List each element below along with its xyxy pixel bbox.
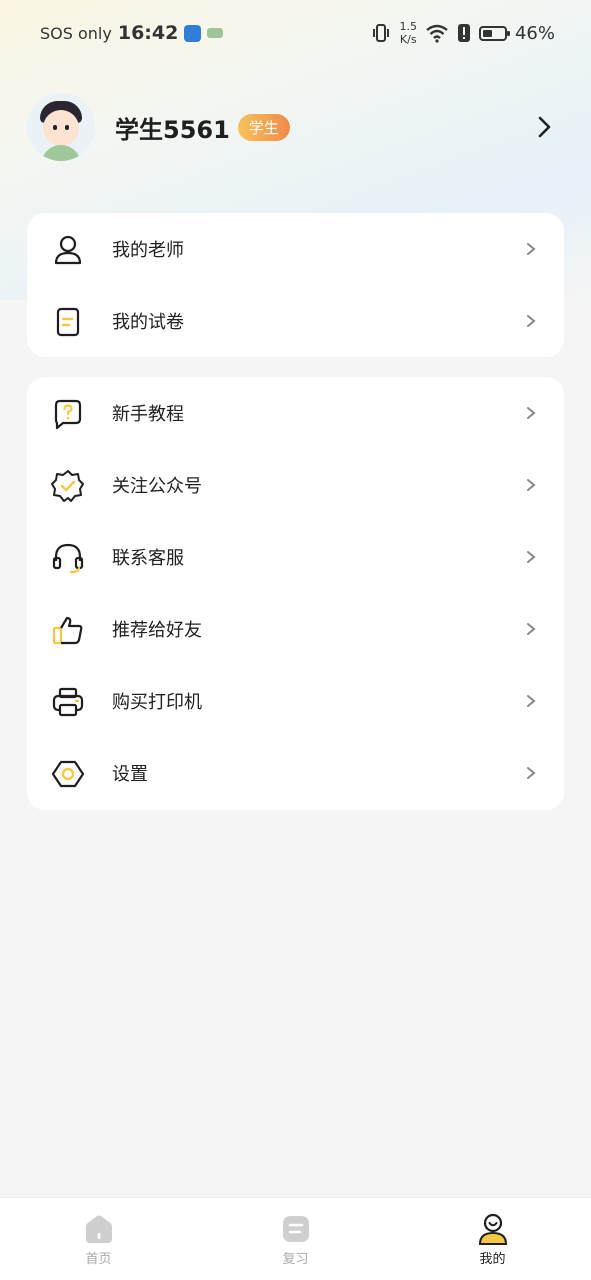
- menu-label: 关注公众号: [112, 476, 202, 497]
- menu-label: 我的老师: [112, 240, 184, 261]
- chevron-right-icon: [527, 767, 536, 779]
- tab-label: 我的: [479, 1252, 506, 1267]
- menu-label: 新手教程: [112, 404, 184, 425]
- menu-item-my-papers[interactable]: 我的试卷: [27, 285, 564, 357]
- chevron-right-icon: [527, 695, 536, 707]
- chevron-right-icon: [527, 315, 536, 327]
- headset-icon: [52, 543, 84, 574]
- tab-label: 首页: [85, 1252, 112, 1267]
- menu-card-1: 我的老师 我的试卷: [27, 213, 564, 357]
- app-notification-icon-2: [207, 28, 224, 38]
- bottom-tab-bar: 首页 复习 我的: [0, 1197, 591, 1280]
- menu-item-buy-printer[interactable]: 购买打印机: [27, 665, 564, 737]
- net-speed: 1.5 K/s: [399, 20, 417, 46]
- paper-icon: [56, 307, 80, 337]
- home-icon: [85, 1215, 112, 1243]
- chevron-right-icon: [527, 551, 536, 563]
- settings-hexagon-icon: [51, 760, 85, 788]
- question-bubble-icon: [54, 399, 82, 430]
- avatar[interactable]: [27, 93, 95, 161]
- menu-item-settings[interactable]: 设置: [27, 737, 564, 809]
- menu-item-my-teacher[interactable]: 我的老师: [27, 213, 564, 285]
- tab-label: 复习: [282, 1252, 309, 1267]
- profile-header[interactable]: 学生5561 学生: [27, 92, 564, 162]
- tab-mine[interactable]: 我的: [394, 1198, 591, 1280]
- menu-item-customer-service[interactable]: 联系客服: [27, 521, 564, 593]
- user-icon: [54, 235, 82, 265]
- username: 学生5561: [115, 115, 230, 144]
- vibrate-icon: [373, 24, 390, 42]
- app-notification-icon: [184, 24, 202, 42]
- wifi-icon: [426, 24, 448, 43]
- clock: 16:42: [117, 22, 179, 44]
- review-icon: [282, 1216, 309, 1242]
- menu-card-2: 新手教程 关注公众号 联系客服 推荐给好友 购买打印机 设置: [27, 377, 564, 810]
- menu-label: 联系客服: [112, 548, 184, 569]
- menu-label: 推荐给好友: [112, 620, 202, 641]
- printer-icon: [52, 687, 84, 717]
- chevron-right-icon: [527, 243, 536, 255]
- menu-item-follow-account[interactable]: 关注公众号: [27, 449, 564, 521]
- chevron-right-icon: [527, 407, 536, 419]
- menu-label: 我的试卷: [112, 312, 184, 333]
- menu-label: 设置: [112, 764, 148, 785]
- menu-item-recommend[interactable]: 推荐给好友: [27, 593, 564, 665]
- alert-icon: [457, 24, 470, 42]
- profile-icon: [478, 1213, 507, 1245]
- role-badge: 学生: [237, 113, 290, 141]
- chevron-right-icon: [527, 623, 536, 635]
- menu-label: 购买打印机: [112, 692, 202, 713]
- battery-percent: 46%: [514, 22, 555, 44]
- chevron-right-icon[interactable]: [532, 114, 558, 140]
- badge-check-icon: [51, 470, 84, 502]
- menu-item-tutorial[interactable]: 新手教程: [27, 377, 564, 449]
- chevron-right-icon: [527, 479, 536, 491]
- status-bar: SOS only 16:42 1.5 K/s 46%: [0, 0, 591, 66]
- tab-home[interactable]: 首页: [0, 1198, 197, 1280]
- carrier-text: SOS only: [40, 23, 112, 43]
- battery-icon: [478, 25, 510, 41]
- tab-review[interactable]: 复习: [197, 1198, 394, 1280]
- thumbs-up-icon: [52, 616, 83, 645]
